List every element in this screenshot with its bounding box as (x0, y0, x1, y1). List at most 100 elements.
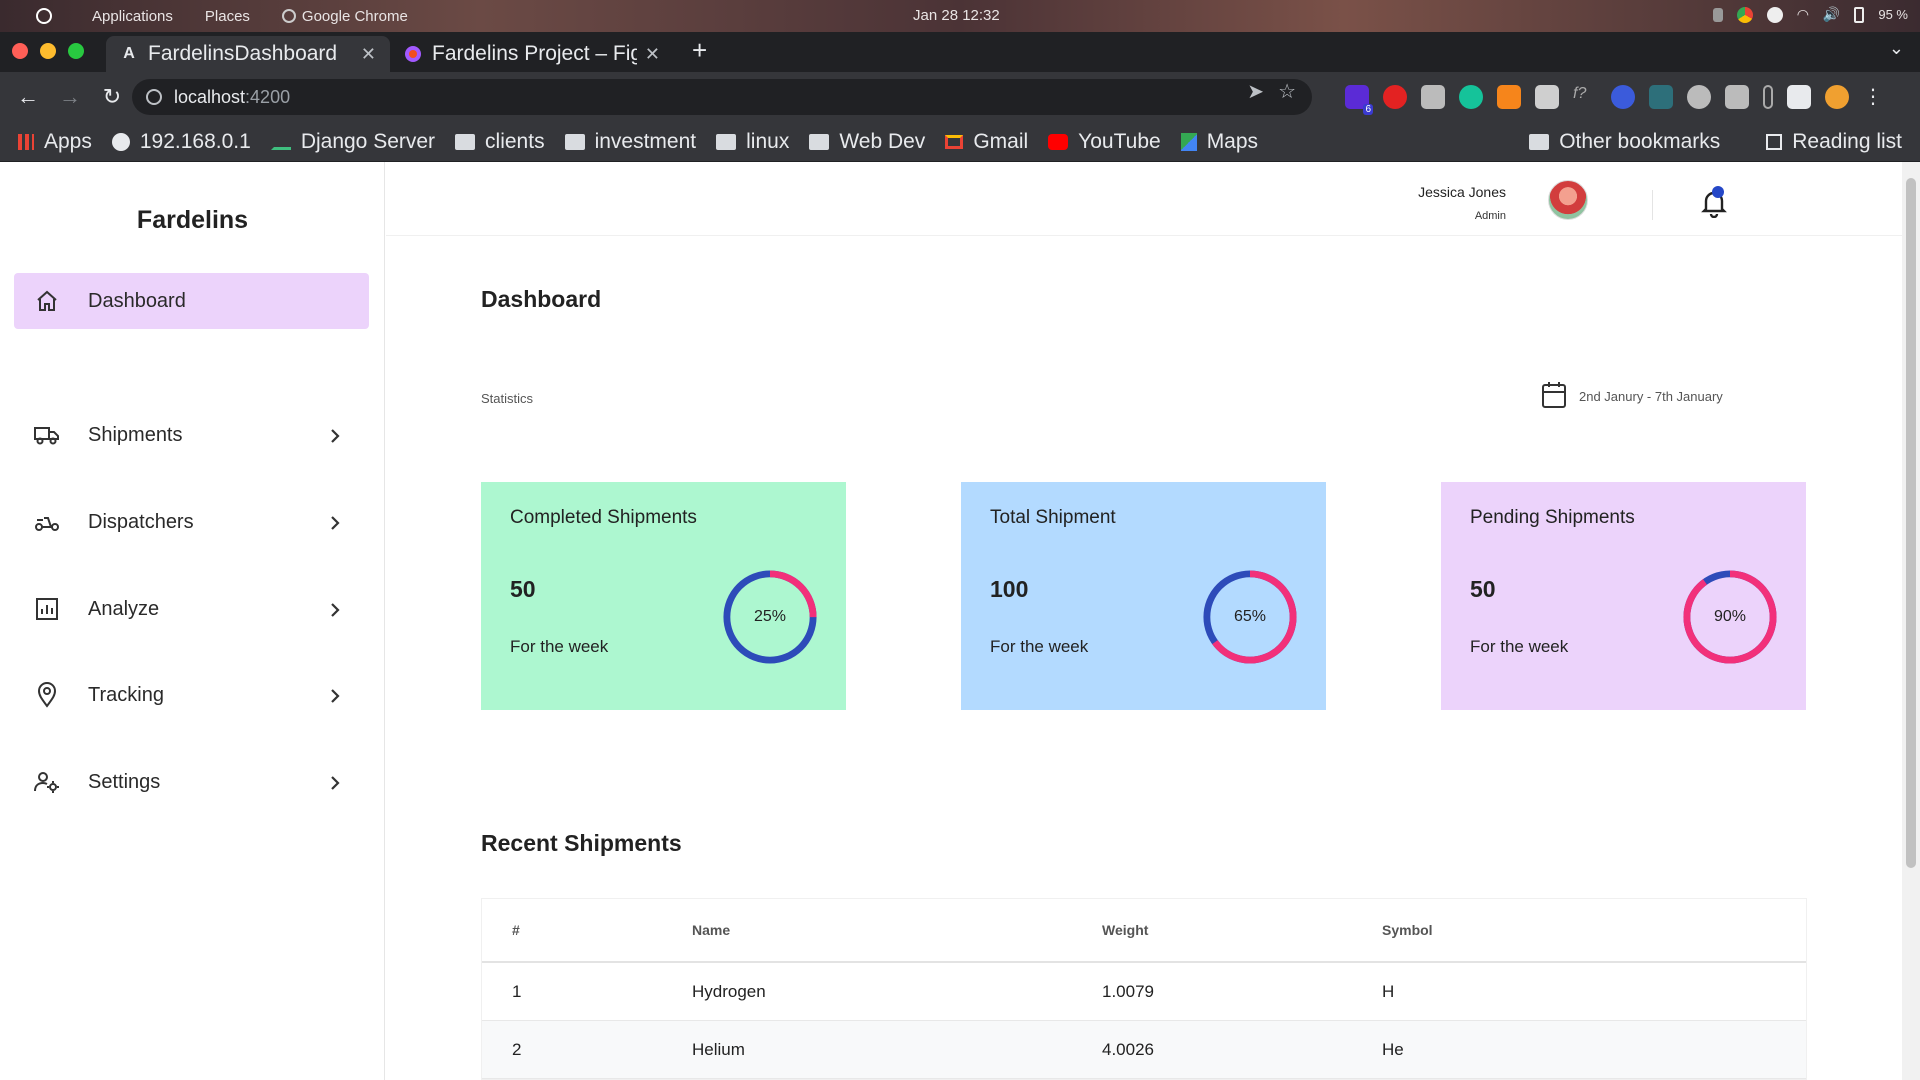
card-value: 100 (990, 576, 1029, 602)
column-header[interactable]: Weight (1102, 922, 1148, 938)
os-clock[interactable]: Jan 28 12:32 (913, 7, 1000, 24)
top-header: Jessica Jones Admin (386, 162, 1902, 236)
sidebar-item-dashboard[interactable]: Dashboard (14, 273, 369, 329)
new-tab-icon[interactable]: + (692, 35, 707, 66)
os-menu-applications[interactable]: Applications (92, 8, 173, 25)
send-icon[interactable]: ➤ (1247, 79, 1264, 104)
sidebar-item-label: Dashboard (88, 289, 186, 312)
bookmark-label: Other bookmarks (1559, 129, 1721, 153)
close-tab-icon[interactable]: ✕ (645, 44, 660, 65)
bookmark-label: Maps (1206, 129, 1259, 153)
column-header[interactable]: Symbol (1382, 922, 1433, 938)
battery-icon[interactable] (1854, 6, 1865, 23)
bookmark-youtube[interactable]: YouTube (1048, 130, 1161, 154)
bookmark-investment[interactable]: investment (564, 130, 696, 154)
forward-icon[interactable]: → (56, 84, 84, 110)
bookmark-clients[interactable]: clients (455, 130, 545, 154)
wifi-icon[interactable]: ◠ (1797, 6, 1809, 23)
extension-icon-9[interactable] (1649, 84, 1673, 109)
accessibility-icon[interactable] (1766, 6, 1783, 23)
chevron-right-icon (329, 429, 341, 443)
chevron-right-icon (329, 516, 341, 530)
scrollbar-thumb[interactable] (1906, 178, 1916, 868)
page-scrollbar[interactable] (1902, 162, 1920, 1080)
grammarly-icon[interactable] (1459, 84, 1483, 109)
extension-icon-7[interactable]: f? (1573, 85, 1597, 109)
sidebar-item-analyze[interactable]: Analyze (14, 581, 369, 637)
bookmark-router[interactable]: 192.168.0.1 (111, 130, 251, 154)
table-row[interactable]: 2 Helium 4.0026 He (482, 1021, 1806, 1079)
minimize-window-button[interactable] (40, 43, 56, 59)
folder-icon (1529, 133, 1550, 150)
sidebar-item-dispatchers[interactable]: Dispatchers (14, 494, 369, 550)
user-settings-icon (34, 769, 60, 795)
column-header[interactable]: # (512, 922, 520, 938)
extension-icon-12[interactable] (1763, 84, 1773, 109)
reload-icon[interactable]: ↻ (98, 84, 126, 110)
reading-list[interactable]: Reading list (1766, 130, 1902, 154)
bookmark-apps[interactable]: Apps (18, 130, 92, 154)
bookmark-maps[interactable]: Maps (1180, 129, 1259, 154)
pending-shipments-card[interactable]: Pending Shipments 50 For the week 90% (1441, 482, 1806, 710)
folder-icon (809, 133, 830, 150)
sidebar-item-settings[interactable]: Settings (14, 754, 369, 810)
os-menu-places[interactable]: Places (205, 8, 250, 25)
tab-title: FardelinsDashboard (148, 42, 338, 65)
gmail-icon (945, 134, 964, 149)
chevron-right-icon (329, 776, 341, 790)
address-bar[interactable]: localhost:4200 ➤ ☆ (132, 79, 1312, 115)
scooter-icon (34, 509, 60, 535)
extension-icon-1[interactable]: 6 (1345, 84, 1373, 115)
table-row[interactable]: 1 Hydrogen 1.0079 H (482, 963, 1806, 1021)
bookmark-other[interactable]: Other bookmarks (1529, 130, 1720, 154)
home-icon (34, 288, 60, 314)
os-menu-chrome-label: Google Chrome (301, 7, 408, 25)
card-subtitle: For the week (1470, 637, 1569, 656)
total-shipment-card[interactable]: Total Shipment 100 For the week 65% (961, 482, 1326, 710)
sidebar-item-shipments[interactable]: Shipments (14, 407, 369, 463)
bookmark-label: YouTube (1078, 129, 1161, 153)
main-content: Jessica Jones Admin Dashboard Statistics… (386, 162, 1902, 1080)
back-icon[interactable]: ← (14, 84, 42, 110)
date-range-picker[interactable]: 2nd Janury - 7th January (1541, 381, 1723, 412)
system-tray[interactable]: ◠ 🔊 95 % (1712, 6, 1908, 23)
bookmark-linux[interactable]: linux (716, 130, 789, 154)
bookmark-star-icon[interactable]: ☆ (1278, 79, 1296, 104)
volume-icon[interactable]: 🔊 (1823, 6, 1840, 23)
extension-icon-3[interactable] (1421, 84, 1445, 109)
youtube-icon (1048, 133, 1069, 150)
user-name[interactable]: Jessica Jones (1418, 184, 1506, 200)
bookmark-web-dev[interactable]: Web Dev (809, 130, 925, 154)
tab-figma-project[interactable]: Fardelins Project – Figma ✕ (390, 36, 674, 72)
extension-icon-11[interactable] (1725, 84, 1749, 109)
tab-search-chevron-icon[interactable]: ⌄ (1889, 38, 1904, 59)
site-info-icon[interactable] (146, 89, 162, 105)
extension-icon-2[interactable] (1383, 84, 1407, 109)
table-cell: Hydrogen (692, 981, 766, 1001)
sidebar: Fardelins Dashboard Shipments Dispatcher… (0, 162, 385, 1080)
apps-grid-icon (18, 133, 34, 150)
os-menu-chrome[interactable]: Google Chrome (281, 7, 408, 25)
maximize-window-button[interactable] (68, 43, 84, 59)
bookmark-gmail[interactable]: Gmail (945, 130, 1028, 154)
sidebar-item-tracking[interactable]: Tracking (14, 667, 369, 723)
battery-percent: 95 % (1878, 7, 1908, 22)
chrome-menu-icon[interactable]: ⋮ (1863, 84, 1883, 109)
chrome-tray-icon[interactable] (1736, 6, 1753, 23)
angular-devtools-icon[interactable] (1687, 84, 1711, 109)
extensions-puzzle-icon[interactable] (1787, 84, 1811, 109)
completed-shipments-card[interactable]: Completed Shipments 50 For the week 25% (481, 482, 846, 710)
activities-icon[interactable] (36, 8, 52, 24)
close-window-button[interactable] (12, 43, 28, 59)
bookmark-django[interactable]: Django Server (270, 130, 435, 154)
extension-icon-6[interactable] (1535, 84, 1559, 109)
avatar[interactable] (1548, 180, 1588, 220)
column-header[interactable]: Name (692, 922, 730, 938)
close-tab-icon[interactable]: ✕ (361, 44, 376, 65)
tray-app-icon[interactable] (1712, 7, 1723, 22)
extension-icon-8[interactable] (1611, 84, 1635, 109)
globe-icon (111, 132, 130, 151)
tab-fardelins-dashboard[interactable]: A FardelinsDashboard ✕ (106, 36, 390, 72)
profile-avatar-icon[interactable] (1825, 84, 1849, 109)
metamask-icon[interactable] (1497, 84, 1521, 109)
